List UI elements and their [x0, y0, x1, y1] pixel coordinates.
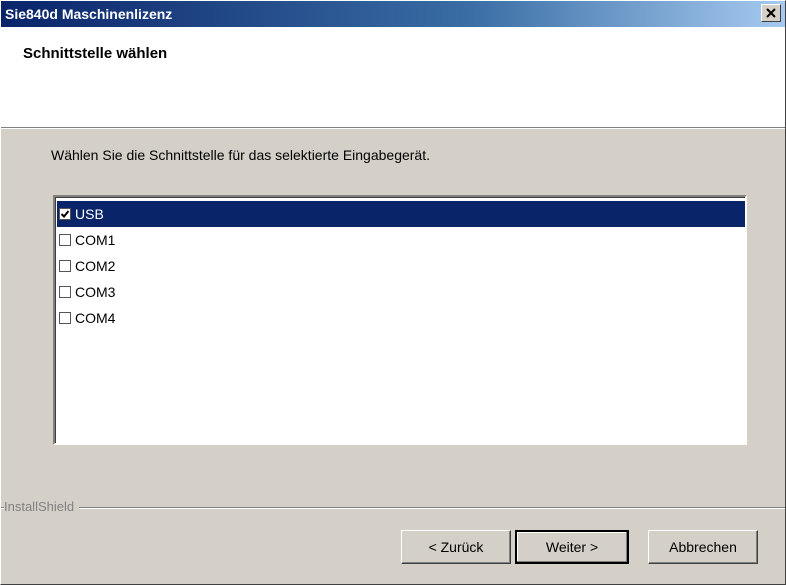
branding-label: InstallShield	[4, 499, 80, 514]
header-panel: Schnittstelle wählen	[1, 27, 785, 127]
checkbox-com1[interactable]	[59, 234, 71, 246]
list-item-label: COM3	[75, 284, 116, 300]
list-item-label: COM4	[75, 310, 116, 326]
back-button[interactable]: < Zurück	[401, 530, 511, 564]
next-button[interactable]: Weiter >	[515, 530, 629, 564]
close-button[interactable]	[761, 4, 781, 22]
checkbox-com3[interactable]	[59, 286, 71, 298]
checkbox-com2[interactable]	[59, 260, 71, 272]
title-bar[interactable]: Sie840d Maschinenlizenz	[1, 1, 785, 27]
list-item-com1[interactable]: COM1	[57, 227, 745, 253]
instruction-text: Wählen Sie die Schnittstelle für das sel…	[51, 147, 430, 163]
cancel-button[interactable]: Abbrechen	[648, 530, 758, 564]
window-title: Sie840d Maschinenlizenz	[5, 6, 173, 22]
list-item-com2[interactable]: COM2	[57, 253, 745, 279]
list-item-com3[interactable]: COM3	[57, 279, 745, 305]
checkbox-com4[interactable]	[59, 312, 71, 324]
dialog-window: Sie840d Maschinenlizenz Schnittstelle wä…	[0, 0, 786, 585]
header-separator	[1, 127, 785, 129]
list-item-usb[interactable]: USB	[57, 201, 745, 227]
list-item-label: COM1	[75, 232, 116, 248]
list-item-label: COM2	[75, 258, 116, 274]
close-icon	[766, 8, 776, 18]
list-item-label: USB	[75, 206, 104, 222]
footer-separator	[1, 507, 785, 509]
installshield-branding: InstallShield	[1, 499, 785, 514]
interface-listbox[interactable]: USB COM1 COM2 COM3 COM4	[53, 195, 747, 445]
page-title: Schnittstelle wählen	[23, 45, 168, 62]
checkbox-usb[interactable]	[59, 208, 71, 220]
list-item-com4[interactable]: COM4	[57, 305, 745, 331]
checkmark-icon	[60, 210, 70, 218]
